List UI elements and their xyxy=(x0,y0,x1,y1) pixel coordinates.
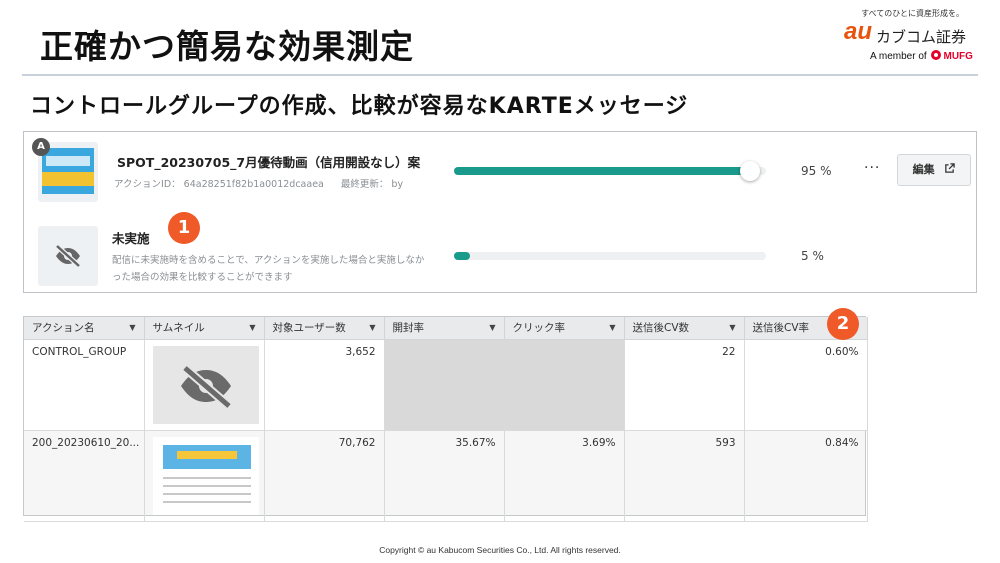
column-header-users[interactable]: 対象ユーザー数 ▼ xyxy=(264,317,385,340)
external-link-icon xyxy=(945,163,956,173)
cell-action-name: 200_20230610_20... xyxy=(24,430,145,522)
sort-caret-icon[interactable]: ▼ xyxy=(369,323,375,332)
cell-thumbnail xyxy=(144,339,265,431)
action-meta: アクションID： 64a28251f82b1a0012dcaaea 最終更新： … xyxy=(114,176,417,190)
action-variants-panel: A SPOT_20230705_7月優待動画（信用開設なし）案 アクションID：… xyxy=(23,131,977,293)
mufg-icon xyxy=(931,50,942,60)
more-options-button[interactable]: ··· xyxy=(864,160,880,176)
table-row: CONTROL_GROUP 3,652 22 0.60% xyxy=(24,339,868,431)
eye-off-icon xyxy=(55,244,81,268)
sort-caret-icon[interactable]: ▼ xyxy=(489,323,495,332)
sort-caret-icon[interactable]: ▼ xyxy=(249,323,255,332)
sort-caret-icon[interactable]: ▼ xyxy=(609,323,615,332)
action-allocation-percent: 95 % xyxy=(801,164,832,178)
action-id: アクションID： 64a28251f82b1a0012dcaaea xyxy=(114,179,324,190)
page-title: 正確かつ簡易な効果測定 xyxy=(40,27,414,66)
column-header-click-rate[interactable]: クリック率 ▼ xyxy=(504,317,625,340)
cell-open-rate xyxy=(384,339,505,431)
sort-caret-icon[interactable]: ▼ xyxy=(729,323,735,332)
action-thumbnail[interactable] xyxy=(152,436,259,515)
logo-member-line: A member of MUFG xyxy=(870,50,973,62)
column-header-thumbnail[interactable]: サムネイル ▼ xyxy=(144,317,265,340)
edit-label: 編集 xyxy=(912,163,935,176)
cell-action-name: CONTROL_GROUP xyxy=(24,339,145,431)
eye-off-icon xyxy=(180,364,232,409)
cell-click-rate: 3.69% xyxy=(504,430,625,522)
column-header-open-rate[interactable]: 開封率 ▼ xyxy=(384,317,505,340)
callout-badge-2: 2 xyxy=(827,308,859,340)
cell-cv-count: 22 xyxy=(624,339,745,431)
control-allocation-percent: 5 % xyxy=(801,249,824,263)
action-updated: 最終更新： by xyxy=(340,179,404,190)
mufg-name: MUFG xyxy=(943,51,973,62)
cell-users: 3,652 xyxy=(264,339,385,431)
company-logo: すべてのひとに資産形成を。 au カブコム証券 A member of MUFG xyxy=(840,8,990,68)
section-subtitle: コントロールグループの作成、比較が容易なKARTEメッセージ xyxy=(30,94,689,119)
edit-button[interactable]: 編集 xyxy=(897,154,971,186)
member-prefix: A member of xyxy=(870,51,927,62)
comparison-table: アクション名 ▼ サムネイル ▼ 対象ユーザー数 ▼ 開封率 ▼ クリック率 ▼ 送信後C… xyxy=(23,316,868,522)
control-thumbnail xyxy=(38,226,98,286)
cell-cv-count: 593 xyxy=(624,430,745,522)
slider-handle[interactable] xyxy=(740,161,761,181)
au-logo-mark: au xyxy=(844,18,873,45)
title-divider xyxy=(22,74,978,76)
copyright: Copyright © au Kabucom Securities Co., L… xyxy=(379,545,621,555)
cell-thumbnail xyxy=(144,430,265,522)
cell-open-rate: 35.67% xyxy=(384,430,505,522)
action-allocation-fill xyxy=(454,167,751,175)
logo-brand-name: カブコム証券 xyxy=(876,28,967,46)
cell-click-rate xyxy=(504,339,625,431)
control-group-description: 配信に未実施時を含めることで、アクションを実施した場合と実施しなかった場合の効果… xyxy=(112,255,425,283)
table-row: 200_20230610_20... 70,762 35.67% 3.69% 5… xyxy=(24,430,868,522)
control-allocation-fill xyxy=(454,252,470,260)
callout-badge-1: 1 xyxy=(168,212,200,244)
control-thumbnail xyxy=(152,345,259,424)
action-name: SPOT_20230705_7月優待動画（信用開設なし）案 xyxy=(117,155,421,170)
control-group-name: 未実施 xyxy=(112,231,150,246)
action-allocation-slider[interactable] xyxy=(454,161,766,181)
sort-caret-icon[interactable]: ▼ xyxy=(129,323,135,332)
cell-users: 70,762 xyxy=(264,430,385,522)
logo-tagline: すべてのひとに資産形成を。 xyxy=(861,9,964,18)
column-header-action-name[interactable]: アクション名 ▼ xyxy=(24,317,145,340)
cell-cv-rate: 0.60% xyxy=(744,339,868,431)
column-header-cv-count[interactable]: 送信後CV数 ▼ xyxy=(624,317,745,340)
cell-cv-rate: 0.84% xyxy=(744,430,868,522)
variant-badge: A xyxy=(32,138,50,156)
control-allocation-slider[interactable] xyxy=(454,252,766,260)
